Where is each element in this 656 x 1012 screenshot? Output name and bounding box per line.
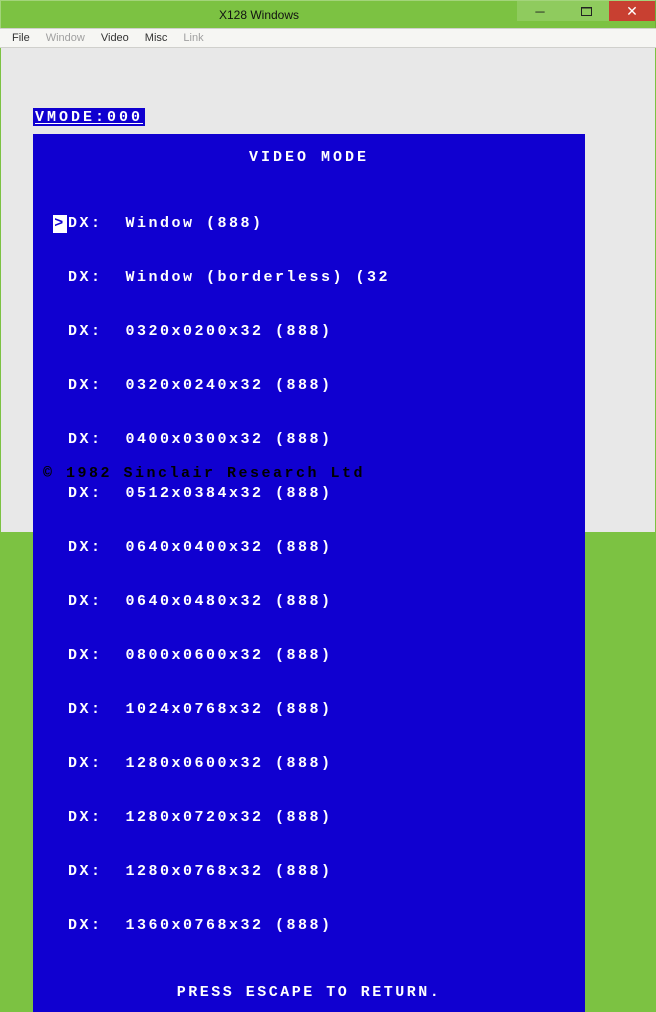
window-controls: ─ ✕: [517, 1, 655, 21]
mode-label: DX: 1280x0600x32 (888): [68, 755, 333, 773]
mode-label: DX: Window (borderless) (32: [68, 269, 390, 287]
menu-misc[interactable]: Misc: [137, 30, 176, 46]
minimize-icon: ─: [535, 4, 544, 19]
copyright-text: © 1982 Sinclair Research Ltd: [43, 466, 365, 481]
close-icon: ✕: [626, 3, 638, 20]
menu-video[interactable]: Video: [93, 30, 137, 46]
mode-label: DX: Window (888): [68, 215, 264, 233]
window-title: X128 Windows: [1, 1, 517, 28]
dialog-footer: PRESS ESCAPE TO RETURN.: [37, 985, 581, 1000]
menu-window[interactable]: Window: [38, 30, 93, 46]
mode-row[interactable]: DX: 0400x0300x32 (888): [53, 431, 581, 449]
mode-label: DX: 0800x0600x32 (888): [68, 647, 333, 665]
vmode-header: VMODE:000: [33, 108, 145, 126]
mode-label: DX: 1360x0768x32 (888): [68, 917, 333, 935]
mode-row[interactable]: DX: 1024x0768x32 (888): [53, 701, 581, 719]
mode-row[interactable]: DX: 0800x0600x32 (888): [53, 647, 581, 665]
mode-label: DX: 0320x0200x32 (888): [68, 323, 333, 341]
spectrum-screen[interactable]: VMODE:000 VIDEO MODE >DX: Window (888) D…: [27, 64, 629, 516]
mode-label: DX: 0640x0480x32 (888): [68, 593, 333, 611]
application-window: X128 Windows ─ ✕ File Window Video Misc …: [0, 0, 656, 538]
mode-row[interactable]: DX: 0640x0400x32 (888): [53, 539, 581, 557]
mode-row[interactable]: DX: 1360x0768x32 (888): [53, 917, 581, 935]
mode-label: DX: 1280x0768x32 (888): [68, 863, 333, 881]
video-mode-dialog: VIDEO MODE >DX: Window (888) DX: Window …: [33, 134, 585, 1012]
mode-row[interactable]: DX: 0320x0240x32 (888): [53, 377, 581, 395]
dialog-title: VIDEO MODE: [37, 150, 581, 165]
menu-link[interactable]: Link: [175, 30, 211, 46]
maximize-icon: [581, 7, 592, 16]
mode-row[interactable]: DX: 0512x0384x32 (888): [53, 485, 581, 503]
mode-label: DX: 0640x0400x32 (888): [68, 539, 333, 557]
mode-row[interactable]: DX: 1280x0768x32 (888): [53, 863, 581, 881]
close-button[interactable]: ✕: [609, 1, 655, 21]
maximize-button[interactable]: [563, 1, 609, 21]
mode-label: DX: 0512x0384x32 (888): [68, 485, 333, 503]
mode-row[interactable]: DX: 0320x0200x32 (888): [53, 323, 581, 341]
emulator-viewport: VMODE:000 VIDEO MODE >DX: Window (888) D…: [0, 48, 656, 538]
mode-label: DX: 0400x0300x32 (888): [68, 431, 333, 449]
menu-file[interactable]: File: [4, 30, 38, 46]
mode-row[interactable]: >DX: Window (888): [53, 215, 581, 233]
menubar: File Window Video Misc Link: [0, 28, 656, 48]
cursor-icon: >: [53, 215, 67, 233]
mode-row[interactable]: DX: 0640x0480x32 (888): [53, 593, 581, 611]
minimize-button[interactable]: ─: [517, 1, 563, 21]
mode-row[interactable]: DX: 1280x0720x32 (888): [53, 809, 581, 827]
mode-label: DX: 1280x0720x32 (888): [68, 809, 333, 827]
titlebar: X128 Windows ─ ✕: [0, 0, 656, 28]
mode-row[interactable]: DX: Window (borderless) (32: [53, 269, 581, 287]
mode-label: DX: 0320x0240x32 (888): [68, 377, 333, 395]
mode-row[interactable]: DX: 1280x0600x32 (888): [53, 755, 581, 773]
mode-label: DX: 1024x0768x32 (888): [68, 701, 333, 719]
mode-list: >DX: Window (888) DX: Window (borderless…: [53, 179, 581, 971]
